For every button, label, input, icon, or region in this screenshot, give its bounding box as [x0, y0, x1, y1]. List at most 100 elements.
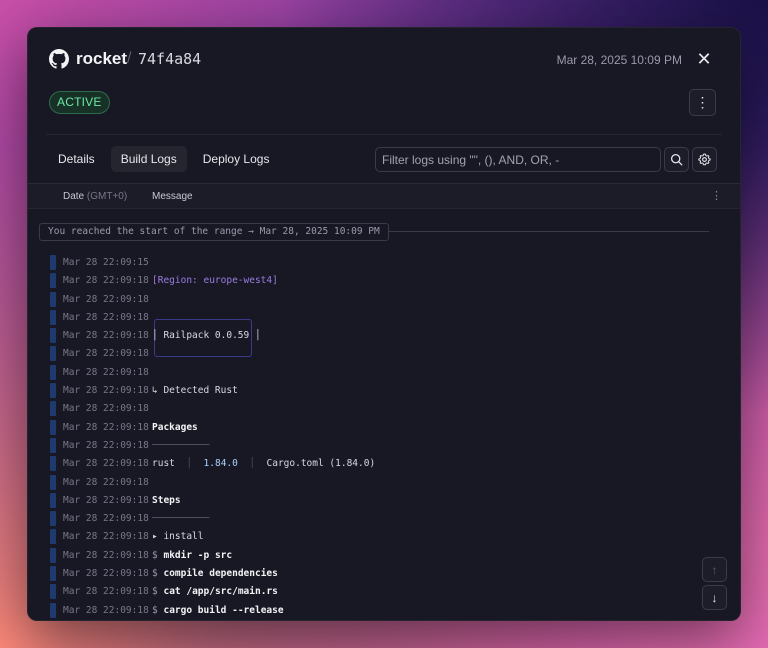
log-timestamp: Mar 28 22:09:18: [63, 403, 149, 415]
log-row: Mar 28 22:09:18 $ mkdir -p src: [28, 547, 740, 565]
log-timestamp: Mar 28 22:09:18: [63, 476, 149, 488]
log-timestamp: Mar 28 22:09:18: [63, 439, 149, 451]
log-message: $ cat /app/src/main.rs: [152, 585, 278, 599]
log-message: $ compile dependencies: [152, 567, 278, 581]
column-date: Date (GMT+0): [63, 191, 127, 203]
header-divider: [46, 134, 722, 135]
log-level-bar: [50, 401, 56, 417]
log-row: Mar 28 22:09:18 Steps: [28, 492, 740, 510]
shell-command: cat /app/src/main.rs: [163, 586, 278, 598]
log-message: │ Railpack 0.0.59 │: [152, 330, 261, 342]
log-timestamp: Mar 28 22:09:18: [63, 549, 149, 561]
shell-prompt: $: [152, 604, 158, 616]
deployment-id: 74f4a84: [138, 50, 202, 68]
log-tabs: Details Build Logs Deploy Logs: [48, 146, 279, 172]
shell-prompt: $: [152, 568, 158, 580]
log-timestamp: Mar 28 22:09:18: [63, 604, 149, 616]
log-level-bar: [50, 346, 56, 362]
shell-command: compile dependencies: [163, 568, 278, 580]
shell-command: mkdir -p src: [163, 549, 233, 561]
column-options-icon[interactable]: ⋮: [711, 189, 722, 203]
log-level-bar: [50, 383, 56, 399]
log-row: Mar 28 22:09:18: [28, 309, 740, 327]
log-level-bar: [50, 584, 56, 600]
package-source: Cargo.toml (1.84.0): [266, 458, 376, 470]
package-version: 1.84.0: [203, 458, 238, 470]
title-separator: /: [127, 50, 132, 67]
log-row: Mar 28 22:09:18 rust │ 1.84.0 │ Cargo.tom…: [28, 455, 740, 473]
log-level-bar: [50, 364, 56, 380]
status-badge: ACTIVE: [49, 91, 110, 114]
log-level-bar: [50, 255, 56, 270]
tab-deploy-logs[interactable]: Deploy Logs: [193, 146, 280, 172]
log-level-bar: [50, 492, 56, 508]
project-name[interactable]: rocket: [76, 49, 127, 69]
log-timestamp: Mar 28 22:09:18: [63, 293, 149, 305]
log-message: ──────────: [152, 513, 210, 525]
arrow-down-icon: ↓: [711, 590, 718, 605]
log-level-bar: [50, 474, 56, 490]
gear-icon: [698, 153, 711, 166]
log-row: Mar 28 22:09:18: [28, 474, 740, 492]
log-row: Mar 28 22:09:15: [28, 254, 740, 272]
log-timestamp: Mar 28 22:09:18: [63, 311, 149, 323]
arrow-up-icon: ↑: [711, 562, 718, 577]
tab-details[interactable]: Details: [48, 146, 105, 172]
deployment-date: Mar 28, 2025 10:09 PM: [556, 53, 682, 67]
search-button[interactable]: [664, 147, 689, 172]
log-level-bar: [50, 419, 56, 435]
log-row: Mar 28 22:09:18: [28, 345, 740, 363]
log-column-header: Date (GMT+0) Message ⋮: [28, 184, 740, 209]
tab-build-logs[interactable]: Build Logs: [110, 146, 187, 172]
log-timestamp: Mar 28 22:09:18: [63, 421, 149, 433]
log-level-bar: [50, 547, 56, 563]
log-timestamp: Mar 28 22:09:15: [63, 257, 149, 268]
package-separator: │: [186, 458, 193, 470]
log-level-bar: [50, 309, 56, 325]
log-level-bar: [50, 602, 56, 618]
column-date-label: Date: [63, 191, 85, 202]
close-icon[interactable]: ✕: [694, 49, 714, 69]
more-vertical-icon: ⋮: [695, 94, 710, 110]
log-message: ▸ install: [152, 531, 204, 543]
log-level-bar: [50, 273, 56, 289]
log-timestamp: Mar 28 22:09:18: [63, 568, 149, 580]
log-timestamp: Mar 28 22:09:18: [63, 366, 149, 378]
log-timestamp: Mar 28 22:09:18: [63, 330, 149, 342]
settings-button[interactable]: [692, 147, 717, 172]
log-row: Mar 28 22:09:18 ──────────: [28, 437, 740, 455]
log-row: Mar 28 22:09:18 [Region: europe-west4]: [28, 272, 740, 290]
log-timestamp: Mar 28 22:09:18: [63, 348, 149, 360]
log-timestamp: Mar 28 22:09:18: [63, 586, 149, 598]
log-level-bar: [50, 566, 56, 582]
scroll-up-button[interactable]: ↑: [702, 557, 727, 582]
shell-prompt: $: [152, 549, 158, 561]
scroll-down-button[interactable]: ↓: [702, 585, 727, 610]
log-level-bar: [50, 328, 56, 344]
log-timestamp: Mar 28 22:09:18: [63, 494, 149, 506]
log-message: Packages: [152, 421, 198, 433]
log-timestamp: Mar 28 22:09:18: [63, 458, 149, 470]
log-message: ↳ Detected Rust: [152, 385, 238, 397]
log-row: Mar 28 22:09:18: [28, 291, 740, 309]
log-list: Mar 28 22:09:15 Mar 28 22:09:18 [Region: …: [28, 254, 740, 620]
package-name: rust: [152, 458, 175, 470]
log-message: $ mkdir -p src: [152, 549, 232, 563]
range-start-notice: You reached the start of the range → Mar…: [39, 223, 389, 241]
log-message: Steps: [152, 494, 181, 506]
log-row: Mar 28 22:09:18: [28, 400, 740, 418]
log-row: Mar 28 22:09:18 Packages: [28, 419, 740, 437]
log-row: Mar 28 22:09:18: [28, 364, 740, 382]
log-level-bar: [50, 511, 56, 527]
log-message: $ cargo build --release: [152, 604, 284, 618]
filter-logs-input[interactable]: [375, 147, 661, 172]
log-row: Mar 28 22:09:18 ▸ install: [28, 528, 740, 546]
log-message: rust │ 1.84.0 │ Cargo.toml (1.84.0): [152, 457, 375, 471]
log-level-bar: [50, 456, 56, 472]
log-level-bar: [50, 291, 56, 307]
panel-header: rocket / 74f4a84 Mar 28, 2025 10:09 PM ✕…: [28, 28, 740, 188]
log-row: Mar 28 22:09:18 $ compile dependencies: [28, 565, 740, 583]
more-options-button[interactable]: ⋮: [689, 89, 716, 116]
search-icon: [670, 153, 683, 166]
log-row: Mar 28 22:09:18 $ cat /app/src/main.rs: [28, 583, 740, 601]
